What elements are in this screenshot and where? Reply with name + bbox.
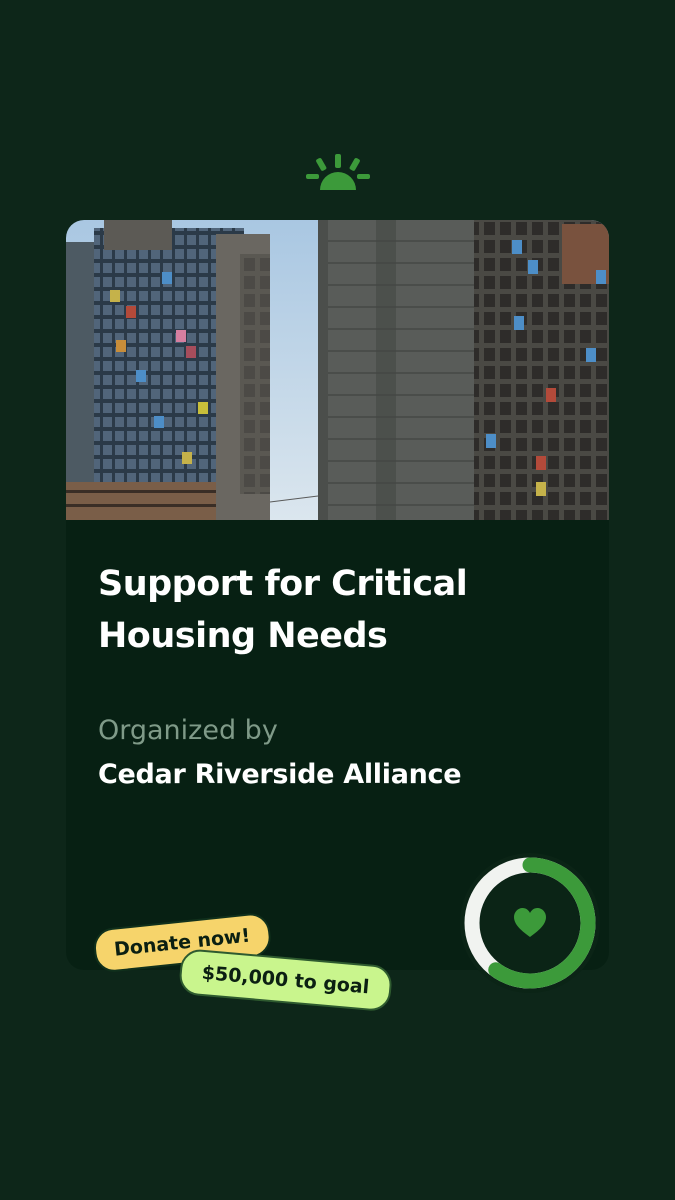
sunrise-logo-icon	[306, 154, 370, 190]
organizer-name[interactable]: Cedar Riverside Alliance	[98, 758, 462, 792]
goal-progress-ring	[460, 853, 600, 993]
campaign-title: Support for Critical Housing Needs	[98, 564, 468, 656]
high-rise-apartment-towers-photo	[66, 220, 609, 520]
organizer-label: Organized by	[98, 715, 278, 746]
